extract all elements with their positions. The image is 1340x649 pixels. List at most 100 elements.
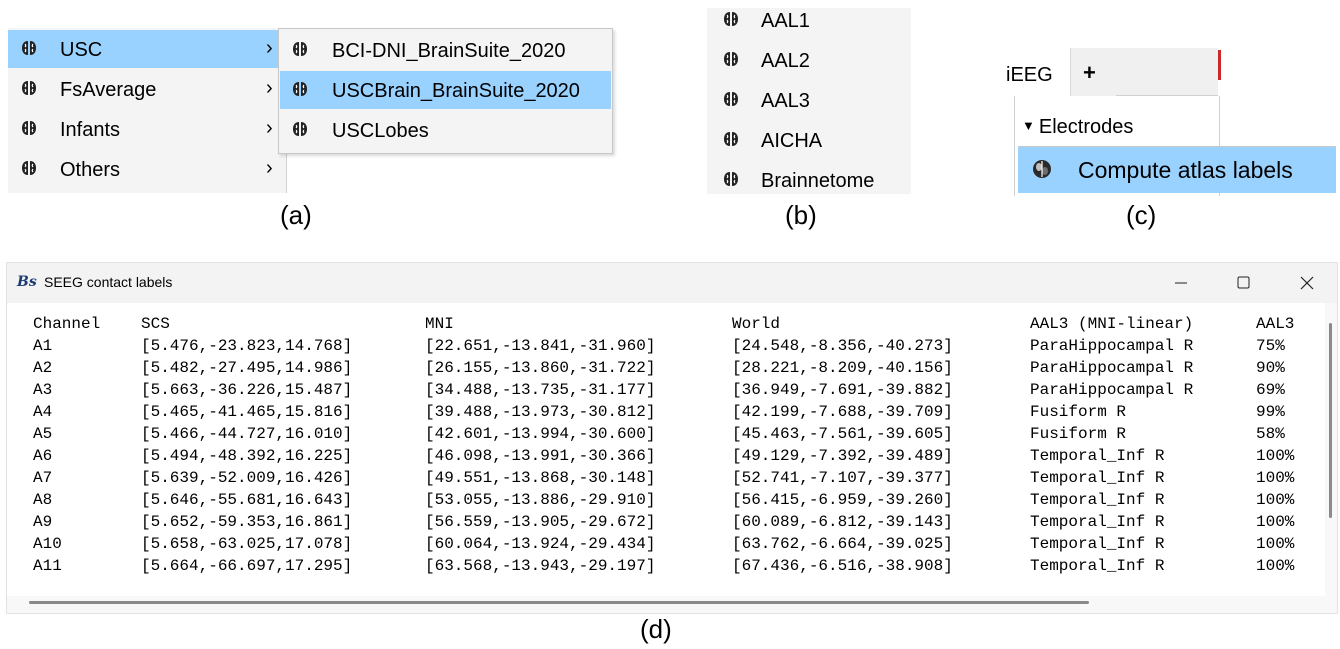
cell-scs: [5.664,-66.697,17.295] (141, 557, 353, 575)
cell-mni: [26.155,-13.860,-31.722] (425, 359, 656, 377)
labels-text-area[interactable]: Channel SCS MNI World AAL3 (MNI-linear) … (7, 303, 1325, 598)
cell-mni: [46.098,-13.991,-30.366] (425, 447, 656, 465)
seeg-contact-labels-window: Bs SEEG contact labels Channel SCS MNI W… (6, 262, 1338, 614)
menu-item-fsaverage[interactable]: FsAverage › (8, 70, 286, 108)
cell-channel: A10 (33, 535, 62, 553)
tab-ieeg[interactable]: iEEG (1006, 48, 1070, 96)
caption-c: (c) (1126, 200, 1157, 230)
cell-world: [28.221,-8.209,-40.156] (732, 359, 953, 377)
cell-scs: [5.639,-52.009,16.426] (141, 469, 353, 487)
cell-percent: 100% (1256, 557, 1295, 575)
cell-percent: 90% (1256, 359, 1285, 377)
maximize-button[interactable] (1212, 263, 1272, 303)
atlas-submenu: BCI-DNI_BrainSuite_2020 USCBrain_BrainSu… (278, 28, 613, 154)
cell-world: [56.415,-6.959,-39.260] (732, 491, 953, 509)
chevron-right-icon: › (266, 117, 273, 139)
menu-item-infants[interactable]: Infants › (8, 110, 286, 148)
header-world: World (732, 315, 781, 333)
cell-atlas: ParaHippocampal R (1030, 381, 1194, 399)
cell-mni: [63.568,-13.943,-29.197] (425, 557, 656, 575)
cell-scs: [5.465,-41.465,15.816] (141, 403, 353, 421)
cell-percent: 100% (1256, 535, 1295, 553)
cell-atlas: Temporal_Inf R (1030, 557, 1165, 575)
cell-atlas: Temporal_Inf R (1030, 535, 1165, 553)
atlas-item-label: Brainnetome (761, 170, 875, 192)
cell-atlas: Temporal_Inf R (1030, 447, 1165, 465)
close-button[interactable] (1277, 263, 1337, 303)
atlas-item-label: AAL1 (761, 10, 810, 32)
cell-atlas: Fusiform R (1030, 425, 1127, 443)
expanded-triangle-icon: ▼ (1022, 118, 1035, 133)
cell-world: [42.199,-7.688,-39.709] (732, 403, 953, 421)
brain-icon (21, 160, 37, 176)
tab-strip (1116, 48, 1218, 96)
cell-channel: A6 (33, 447, 53, 465)
caption-a: (a) (280, 200, 312, 230)
submenu-item-label: USCLobes (332, 120, 429, 142)
cell-scs: [5.476,-23.823,14.768] (141, 337, 353, 355)
title-bar[interactable]: Bs SEEG contact labels (7, 263, 1337, 303)
cell-mni: [56.559,-13.905,-29.672] (425, 513, 656, 531)
tree-node-electrodes[interactable]: ▼ Electrodes (1022, 116, 1133, 139)
chevron-right-icon: › (266, 157, 273, 179)
atlas-list: AAL1 AAL2 AAL3 AICHA Brainnetome (707, 8, 911, 194)
menu-item-others[interactable]: Others › (8, 150, 286, 188)
brain-icon (723, 51, 739, 67)
submenu-item-bci-dni[interactable]: BCI-DNI_BrainSuite_2020 (280, 31, 611, 69)
cell-atlas: ParaHippocampal R (1030, 359, 1194, 377)
cell-percent: 99% (1256, 403, 1285, 421)
caption-b: (b) (785, 200, 817, 230)
cell-channel: A8 (33, 491, 53, 509)
header-scs: SCS (141, 315, 170, 333)
cell-world: [52.741,-7.107,-39.377] (732, 469, 953, 487)
submenu-item-usclobes[interactable]: USCLobes (280, 111, 611, 149)
menu-item-label: Others (60, 159, 121, 181)
compute-atlas-labels-menu-item[interactable]: Compute atlas labels (1018, 146, 1336, 193)
horizontal-scrollbar-thumb[interactable] (29, 601, 1089, 604)
vertical-scrollbar[interactable] (1325, 303, 1337, 598)
atlas-item-aal1[interactable]: AAL1 (707, 8, 911, 40)
brain-icon (21, 120, 37, 136)
header-channel: Channel (33, 315, 101, 333)
header-mni: MNI (425, 315, 454, 333)
atlas-category-menu: USC › FsAverage › Infants › Others › (8, 28, 287, 193)
add-tab-button[interactable]: + (1070, 48, 1117, 96)
submenu-item-label: BCI-DNI_BrainSuite_2020 (332, 40, 566, 62)
atlas-item-aal2[interactable]: AAL2 (707, 40, 911, 80)
cell-channel: A3 (33, 381, 53, 399)
horizontal-scrollbar[interactable] (7, 596, 1325, 612)
submenu-item-uscbrain[interactable]: USCBrain_BrainSuite_2020 (280, 71, 611, 109)
minimize-icon (1175, 282, 1187, 284)
cell-channel: A5 (33, 425, 53, 443)
cell-scs: [5.646,-55.681,16.643] (141, 491, 353, 509)
vertical-scrollbar-thumb[interactable] (1329, 323, 1332, 518)
menu-item-label: USC (60, 39, 103, 61)
cell-mni: [53.055,-13.886,-29.910] (425, 491, 656, 509)
maximize-icon (1237, 276, 1250, 289)
brainstorm-logo-icon: Bs (17, 274, 37, 290)
chevron-right-icon: › (266, 37, 273, 59)
cell-channel: A1 (33, 337, 53, 355)
caption-d: (d) (640, 614, 672, 644)
tree-node-label: Electrodes (1038, 116, 1134, 138)
atlas-item-aal3[interactable]: AAL3 (707, 80, 911, 120)
cell-percent: 100% (1256, 513, 1295, 531)
atlas-item-brainnetome[interactable]: Brainnetome (707, 160, 911, 194)
cell-mni: [34.488,-13.735,-31.177] (425, 381, 656, 399)
cell-percent: 69% (1256, 381, 1285, 399)
atlas-item-label: AAL3 (761, 90, 810, 112)
cell-percent: 75% (1256, 337, 1285, 355)
brain-icon (21, 80, 37, 96)
menu-item-label: Compute atlas labels (1078, 157, 1293, 183)
menu-item-usc[interactable]: USC › (8, 30, 278, 68)
brain-3d-icon (1033, 160, 1051, 178)
cell-scs: [5.663,-36.226,15.487] (141, 381, 353, 399)
chevron-right-icon: › (266, 77, 273, 99)
cell-channel: A4 (33, 403, 53, 421)
minimize-button[interactable] (1152, 263, 1212, 303)
atlas-item-aicha[interactable]: AICHA (707, 120, 911, 160)
cell-percent: 58% (1256, 425, 1285, 443)
cell-percent: 100% (1256, 491, 1295, 509)
tab-label: iEEG (1006, 64, 1053, 86)
brain-icon (21, 40, 37, 56)
